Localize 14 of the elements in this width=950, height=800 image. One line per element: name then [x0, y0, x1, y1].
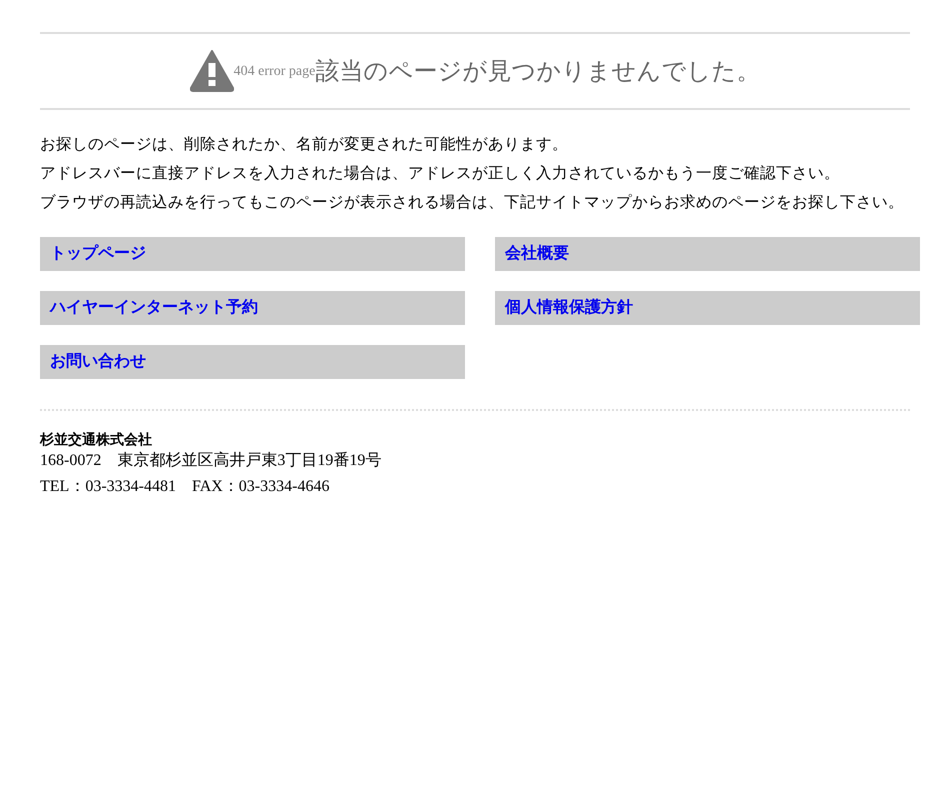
company-name: 杉並交通株式会社 [40, 431, 153, 449]
message-line: アドレスバーに直接アドレスを入力された場合は、アドレスが正しく入力されているかもう一度ご確認下さい。 [40, 163, 841, 184]
sitemap-link[interactable]: お問い合わせ [40, 345, 465, 379]
sitemap-link[interactable]: 会社概要 [495, 237, 920, 271]
warning-icon [190, 50, 234, 92]
message-line: ブラウザの再読込みを行ってもこのページが表示される場合は、下記サイトマップからお求めのページをお探し下さい。 [40, 192, 905, 213]
error-label: 404 error page [234, 64, 316, 80]
sitemap-link[interactable]: トップページ [40, 237, 465, 271]
contact-numbers: TEL：03-3334-4481 FAX：03-3334-4646 [40, 477, 330, 497]
page-title: 該当のページが見つかりませんでした。 [315, 56, 760, 87]
sitemap-link[interactable]: ハイヤーインターネット予約 [40, 291, 465, 325]
message-line: お探しのページは、削除されたか、名前が変更された可能性があります。 [40, 134, 569, 155]
company-address: 168-0072 東京都杉並区高井戸東3丁目19番19号 [40, 450, 382, 471]
sitemap-link[interactable]: 個人情報保護方針 [495, 291, 920, 325]
